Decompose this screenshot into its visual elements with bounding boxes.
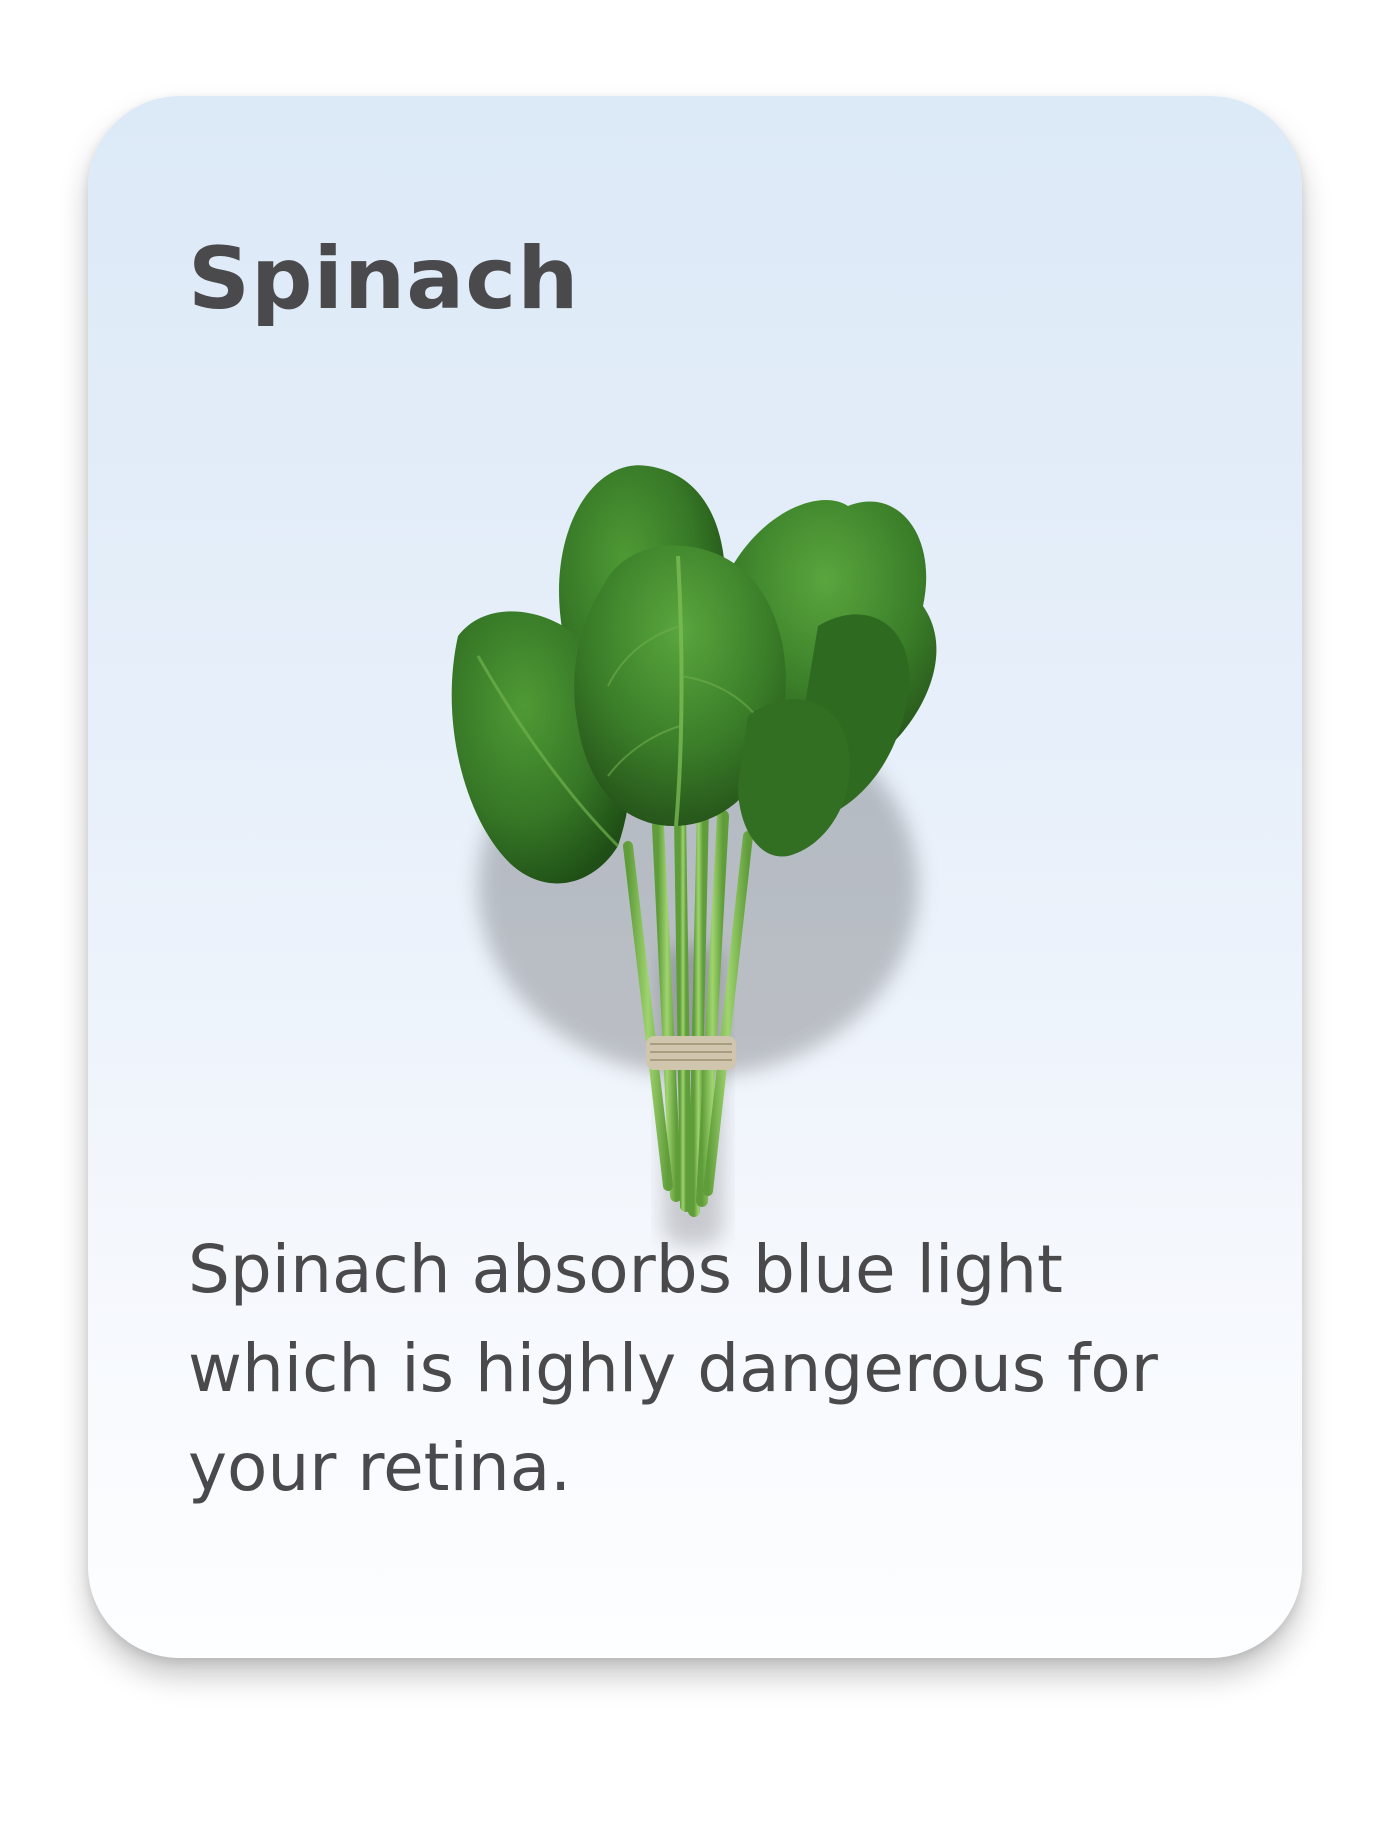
spinach-image — [418, 426, 1018, 1286]
fact-text: Spinach absorbs blue light which is high… — [188, 1231, 1158, 1506]
fact-card: Spinach Spinach absorbs blue light which… — [88, 96, 1302, 1658]
card-title: Spinach — [188, 229, 580, 329]
twine — [646, 1036, 736, 1070]
spinach-icon — [451, 465, 937, 1246]
